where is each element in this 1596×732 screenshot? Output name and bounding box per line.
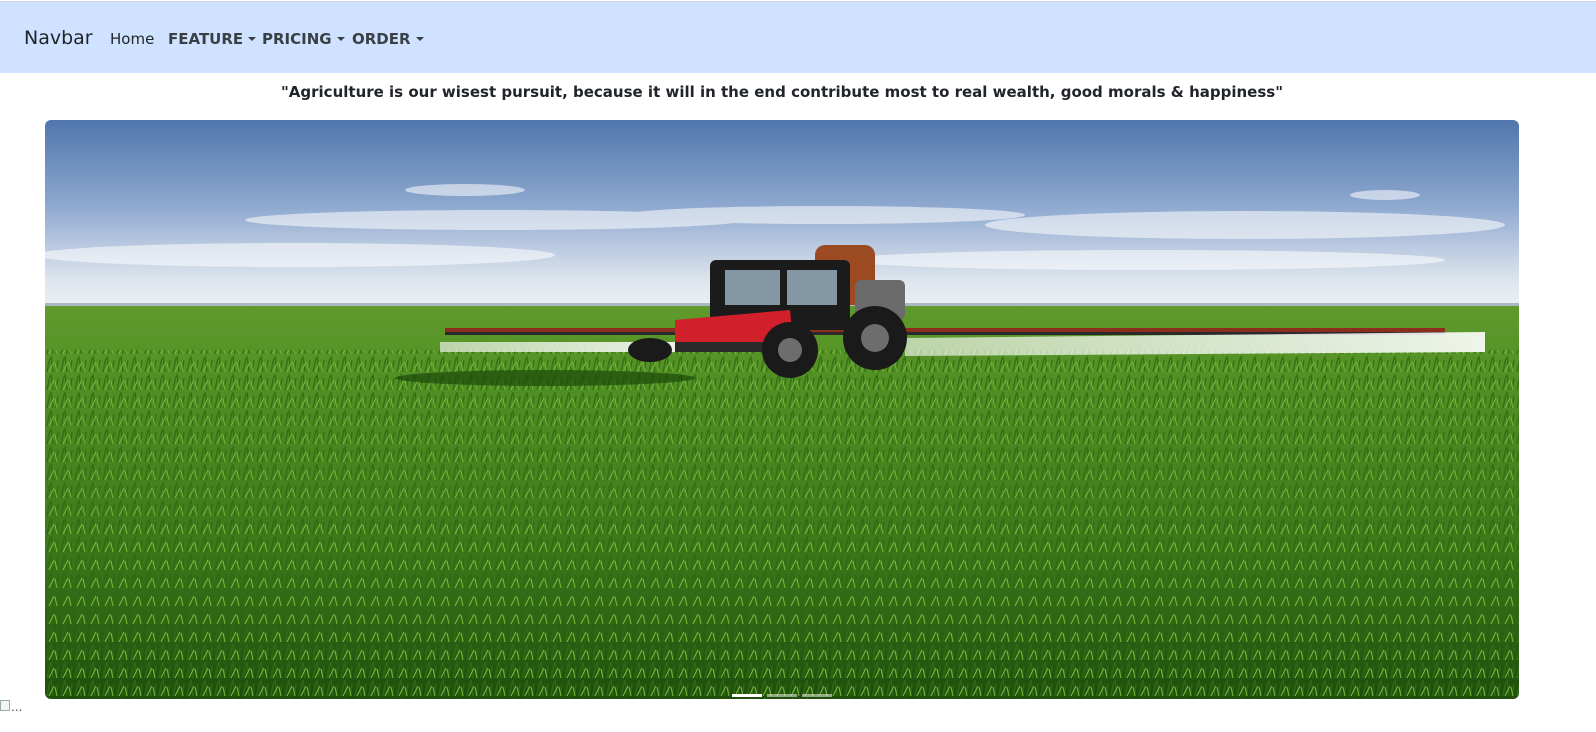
page-quote: "Agriculture is our wisest pursuit, beca… bbox=[280, 83, 1284, 101]
nav-feature-label: FEATURE bbox=[168, 30, 244, 48]
chevron-down-icon bbox=[415, 37, 424, 41]
nav-feature-dropdown[interactable]: FEATURE bbox=[168, 30, 257, 48]
hero-carousel[interactable] bbox=[45, 120, 1519, 699]
carousel-indicator-1[interactable] bbox=[732, 694, 762, 697]
chevron-down-icon bbox=[336, 37, 345, 41]
carousel-indicator-3[interactable] bbox=[802, 694, 832, 697]
carousel-slide-image bbox=[45, 120, 1519, 699]
broken-image: ... bbox=[0, 700, 22, 714]
broken-image-alt: ... bbox=[11, 700, 23, 714]
nav-order-dropdown[interactable]: ORDER bbox=[352, 30, 424, 48]
carousel-indicator-2[interactable] bbox=[767, 694, 797, 697]
chevron-down-icon bbox=[248, 37, 257, 41]
broken-image-icon bbox=[0, 700, 10, 711]
nav-home[interactable]: Home bbox=[110, 30, 154, 48]
nav-pricing-dropdown[interactable]: PRICING bbox=[262, 30, 345, 48]
navbar: Navbar Home FEATURE PRICING ORDER bbox=[0, 1, 1596, 73]
nav-pricing-label: PRICING bbox=[262, 30, 332, 48]
nav-order-label: ORDER bbox=[352, 30, 411, 48]
carousel-indicators bbox=[45, 694, 1519, 697]
navbar-brand[interactable]: Navbar bbox=[24, 27, 93, 49]
